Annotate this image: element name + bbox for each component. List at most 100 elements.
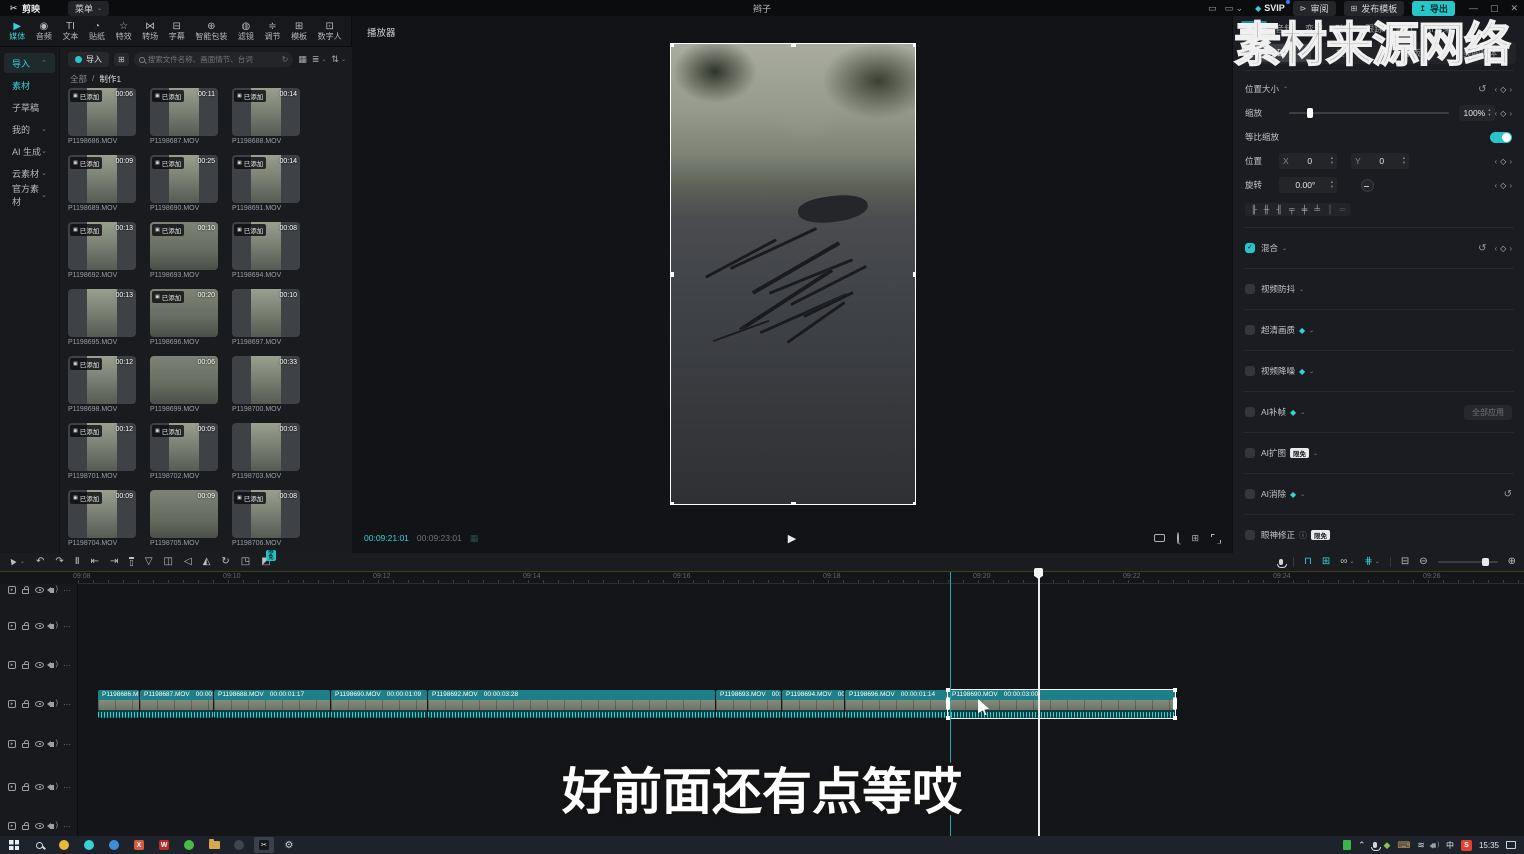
timeline-clip[interactable]: P1198690.MOV00:00:01:09 — [331, 690, 427, 718]
search-taskbar[interactable] — [29, 837, 49, 853]
denoise-checkbox[interactable] — [1245, 366, 1255, 376]
office-app[interactable]: X — [129, 837, 149, 853]
layout-panel-icon[interactable]: ▭ — [1208, 3, 1217, 14]
close-button[interactable]: ✕ — [1510, 3, 1518, 14]
keyframe-icon[interactable]: ◇ — [1500, 85, 1506, 94]
keyframe-icon[interactable]: ◇ — [1500, 157, 1506, 166]
keyframe-prev-icon[interactable]: ‹ — [1495, 244, 1498, 253]
obs-app[interactable] — [229, 837, 249, 853]
breadcrumb-root[interactable]: 全部 — [70, 73, 87, 85]
keyframe-icon[interactable]: ◇ — [1500, 244, 1506, 253]
green-app[interactable] — [179, 837, 199, 853]
scale-slider[interactable] — [1289, 112, 1449, 114]
compact-view-icon[interactable]: ▦ — [298, 54, 307, 65]
keyframe-next-icon[interactable]: › — [1509, 109, 1512, 118]
chevron-up-icon[interactable]: ⌃ — [1358, 840, 1366, 851]
start-button[interactable] — [4, 837, 24, 853]
clip-trim-handle-left[interactable] — [946, 697, 950, 710]
refresh-icon[interactable]: ↻ — [282, 55, 289, 64]
collapse-icon[interactable]: ⌃ — [1283, 86, 1288, 93]
quality-icon[interactable] — [1154, 534, 1165, 542]
settings-app[interactable]: ⚙ — [279, 837, 299, 853]
canvas-resize-handle[interactable] — [913, 272, 917, 277]
blend-checkbox[interactable]: ✓ — [1245, 243, 1255, 253]
slider-handle[interactable] — [1307, 108, 1313, 118]
ai-expand-checkbox[interactable] — [1245, 448, 1255, 458]
nav-item-media[interactable]: ▶媒体 — [9, 21, 25, 41]
align-right-icon[interactable]: ╢ — [1276, 205, 1282, 214]
grid-view-icon[interactable]: ⊞ — [114, 53, 129, 66]
capcut-cloud-app[interactable] — [79, 837, 99, 853]
chevron-down-icon[interactable]: ⌄ — [1309, 327, 1314, 334]
nav-item-text[interactable]: TI文本 — [62, 21, 78, 41]
stepper-icon[interactable]: ▴▾ — [1488, 108, 1490, 118]
keyframe-prev-icon[interactable]: ‹ — [1495, 181, 1498, 190]
nav-item-adjust[interactable]: ≑调节 — [264, 21, 280, 41]
keyframe-prev-icon[interactable]: ‹ — [1495, 85, 1498, 94]
canvas-resize-handle[interactable] — [670, 272, 674, 277]
uniform-scale-toggle[interactable] — [1490, 132, 1512, 143]
stepper-icon[interactable]: ▴▾ — [1403, 156, 1405, 166]
publish-template-button[interactable]: ⊞ 发布模板 — [1344, 1, 1405, 16]
import-button[interactable]: 导入 — [68, 52, 109, 67]
keyframe-next-icon[interactable]: › — [1509, 244, 1512, 253]
keyframe-next-icon[interactable]: › — [1509, 85, 1512, 94]
ai-interpolation-checkbox[interactable] — [1245, 407, 1255, 417]
nav-item-filters[interactable]: ◍滤镜 — [238, 21, 254, 41]
align-top-icon[interactable]: ╤ — [1289, 205, 1295, 214]
media-item[interactable]: ▣已添加00:14P1198688.MOV — [232, 88, 300, 145]
media-item[interactable]: 00:03P1198703.MOV — [232, 423, 300, 480]
keyframe-next-icon[interactable]: › — [1509, 181, 1512, 190]
media-item[interactable]: 00:33P1198700.MOV — [232, 356, 300, 413]
sidebar-item-cloud[interactable]: 云素材⌄ — [4, 163, 55, 183]
video-canvas[interactable] — [670, 43, 916, 505]
capcut-app[interactable]: ✂ — [254, 837, 274, 853]
reset-icon[interactable]: ↺ — [1504, 489, 1512, 500]
media-item[interactable]: 00:09P1198705.MOV — [150, 490, 218, 547]
apply-all-button[interactable]: 全部应用 — [1464, 405, 1512, 420]
timeline-clip[interactable]: P1198688.MOV00:00:01:17 — [214, 690, 330, 718]
fullscreen-icon[interactable] — [1211, 534, 1220, 543]
svip-button[interactable]: ◆ SVIP — [1251, 3, 1285, 13]
canvas-resize-handle[interactable] — [791, 43, 796, 47]
media-item[interactable]: ▣已添加00:14P1198691.MOV — [232, 155, 300, 212]
status-diamond-icon[interactable]: ◆ — [1384, 840, 1391, 851]
canvas-resize-handle[interactable] — [670, 502, 674, 506]
reset-icon[interactable]: ↺ — [1478, 84, 1486, 95]
wps-app[interactable]: W — [154, 837, 174, 853]
minimize-button[interactable]: — — [1469, 3, 1478, 14]
keyframe-next-icon[interactable]: › — [1509, 157, 1512, 166]
x-field[interactable]: X0▴▾ — [1279, 153, 1337, 169]
usb-icon[interactable] — [1343, 840, 1351, 850]
sogou-icon[interactable]: S — [1461, 840, 1472, 851]
sort-button[interactable]: ≣⌄ — [312, 54, 327, 65]
search-input[interactable] — [148, 55, 279, 64]
reset-icon[interactable]: ↺ — [1478, 243, 1486, 254]
canvas-resize-handle[interactable] — [791, 502, 796, 506]
timeline-clip[interactable]: P1198696.MOV00:00:01:14 — [845, 690, 948, 718]
menu-button[interactable]: 菜单 ⌄ — [68, 1, 109, 16]
nav-item-captions[interactable]: ⊟字幕 — [169, 21, 185, 41]
media-item[interactable]: 00:06P1198699.MOV — [150, 356, 218, 413]
ratio-grid-icon[interactable]: ⊞ — [1191, 533, 1199, 544]
chevron-down-icon[interactable]: ⌄ — [1299, 286, 1304, 293]
notification-icon[interactable] — [1506, 841, 1516, 849]
review-button[interactable]: ⊳ 审阅 — [1293, 1, 1336, 16]
sidebar-item-import[interactable]: 导入⌃ — [4, 53, 55, 73]
rotate-knob[interactable] — [1361, 179, 1374, 192]
ime-indicator[interactable]: 中 — [1446, 840, 1454, 851]
keyframe-icon[interactable]: ◇ — [1500, 181, 1506, 190]
sidebar-item-mine[interactable]: 我的⌄ — [4, 119, 55, 139]
canvas-resize-handle[interactable] — [913, 502, 917, 506]
sidebar-item-material[interactable]: 素材 — [4, 75, 55, 95]
chevron-down-icon[interactable]: ⌄ — [1300, 409, 1305, 416]
align-left-icon[interactable]: ╟ — [1251, 205, 1257, 214]
filter-button[interactable]: ⇅⌄ — [331, 54, 346, 65]
eye-correct-checkbox[interactable] — [1245, 530, 1255, 540]
media-item[interactable]: ▣已添加00:20P1198696.MOV — [150, 289, 218, 346]
nav-item-audio[interactable]: ◉音频 — [36, 21, 52, 41]
search-box[interactable]: ↻ — [134, 52, 294, 67]
media-item[interactable]: ▣已添加00:25P1198690.MOV — [150, 155, 218, 212]
media-item[interactable]: ▣已添加00:08P1198694.MOV — [232, 222, 300, 279]
maximize-button[interactable]: ▢ — [1490, 3, 1499, 14]
